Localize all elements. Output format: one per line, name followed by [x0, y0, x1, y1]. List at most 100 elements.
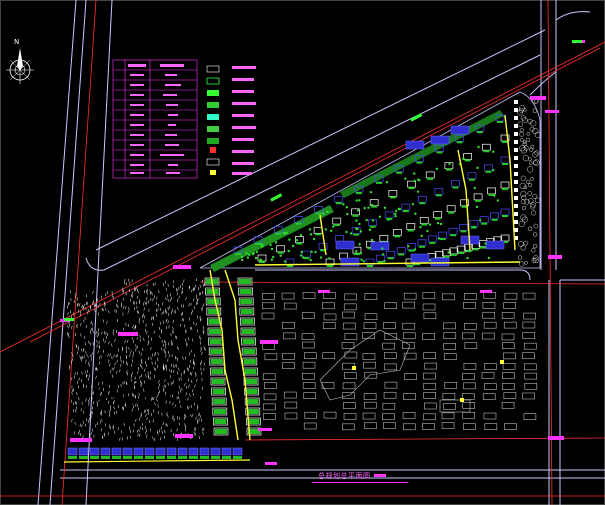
existing-house: [403, 292, 417, 300]
legend-table: [112, 59, 198, 179]
tree-mark: [74, 375, 76, 379]
house-garden: [502, 215, 508, 217]
house-outline: [302, 250, 311, 258]
house-garden: [389, 196, 396, 199]
shrub: [475, 205, 479, 209]
site-plan-drawing: [0, 0, 605, 505]
house-outline: [417, 239, 427, 247]
tree-mark: [185, 356, 187, 360]
shrub: [358, 243, 361, 246]
tree-mark: [136, 429, 138, 433]
tree-mark: [143, 302, 145, 306]
house-outline: [401, 203, 411, 211]
tree-mark: [126, 339, 129, 343]
tree-mark: [95, 423, 97, 427]
tree-mark: [185, 338, 187, 342]
existing-house: [342, 382, 356, 390]
house-garden: [407, 229, 414, 232]
house-garden: [315, 233, 322, 236]
tree-mark: [202, 303, 205, 307]
shrub: [345, 206, 349, 209]
existing-house: [462, 402, 476, 409]
existing-house: [283, 391, 297, 399]
shrub: [241, 258, 244, 262]
tree-mark: [161, 430, 163, 434]
tree-mark: [120, 359, 122, 363]
tree-mark: [136, 310, 139, 314]
tree-mark: [137, 310, 140, 315]
shrub: [324, 228, 327, 231]
villa-east-green: [242, 329, 254, 334]
existing-house: [484, 363, 497, 370]
south-house: [221, 447, 232, 456]
tree-mark: [84, 370, 86, 374]
tree-mark: [196, 297, 198, 301]
tree-mark: [96, 401, 98, 405]
annotation-tags-green: [64, 40, 582, 321]
tree-mark: [154, 437, 156, 441]
villa-east-green: [240, 299, 253, 304]
tree-mark: [203, 362, 205, 366]
park-opening: [135, 383, 140, 394]
existing-house: [261, 312, 275, 320]
shrub: [355, 219, 358, 222]
existing-house: [422, 292, 436, 300]
house-outline: [487, 187, 496, 195]
existing-house: [364, 422, 377, 430]
tree-mark: [88, 374, 91, 378]
south-garden: [156, 456, 165, 459]
existing-house: [423, 392, 436, 399]
south-house: [67, 447, 78, 456]
house-garden: [448, 211, 455, 214]
existing-house: [502, 372, 515, 379]
tree-mark: [166, 423, 168, 427]
shrub: [246, 256, 250, 259]
existing-house: [523, 363, 537, 371]
existing-house: [443, 322, 456, 330]
tree-mark: [102, 388, 104, 392]
tree-mark: [102, 319, 105, 323]
house-garden: [394, 235, 401, 238]
tree-mark: [152, 436, 154, 440]
tree-mark: [172, 326, 174, 330]
existing-house: [282, 353, 295, 360]
tree-mark: [181, 304, 183, 308]
tree-mark: [201, 351, 203, 355]
shrub: [413, 248, 417, 251]
shrub: [300, 250, 303, 254]
existing-house: [301, 333, 315, 340]
tree-mark: [184, 383, 186, 387]
tree-mark: [195, 277, 198, 282]
existing-house: [461, 393, 475, 400]
tree-mark: [125, 322, 127, 327]
tree-mark: [125, 404, 127, 408]
tree-mark: [111, 343, 113, 347]
tree-mark: [108, 413, 111, 417]
shrub: [331, 225, 335, 228]
house-garden: [387, 257, 394, 260]
landscape-tree: [519, 128, 524, 133]
tree-mark: [95, 331, 97, 335]
tree-mark: [71, 391, 73, 395]
tree-mark: [190, 414, 192, 418]
existing-house: [363, 322, 377, 330]
tree-mark: [170, 369, 173, 373]
east-landscape-strip: [514, 97, 541, 267]
tree-mark: [132, 324, 134, 329]
landscape-tree: [532, 193, 538, 199]
tree-mark: [202, 283, 204, 287]
tree-mark: [76, 351, 78, 355]
existing-house: [443, 403, 456, 410]
shrub: [309, 233, 313, 236]
tree-mark: [192, 321, 195, 325]
tree-mark: [146, 434, 148, 438]
existing-house: [464, 293, 477, 300]
tree-mark: [188, 406, 190, 410]
house-outline: [392, 229, 402, 236]
landscape-tree: [518, 241, 524, 247]
house-garden: [452, 186, 459, 189]
existing-house: [302, 382, 316, 389]
landscape-tree: [531, 248, 536, 253]
shrub: [358, 199, 361, 202]
tree-mark: [141, 365, 143, 369]
